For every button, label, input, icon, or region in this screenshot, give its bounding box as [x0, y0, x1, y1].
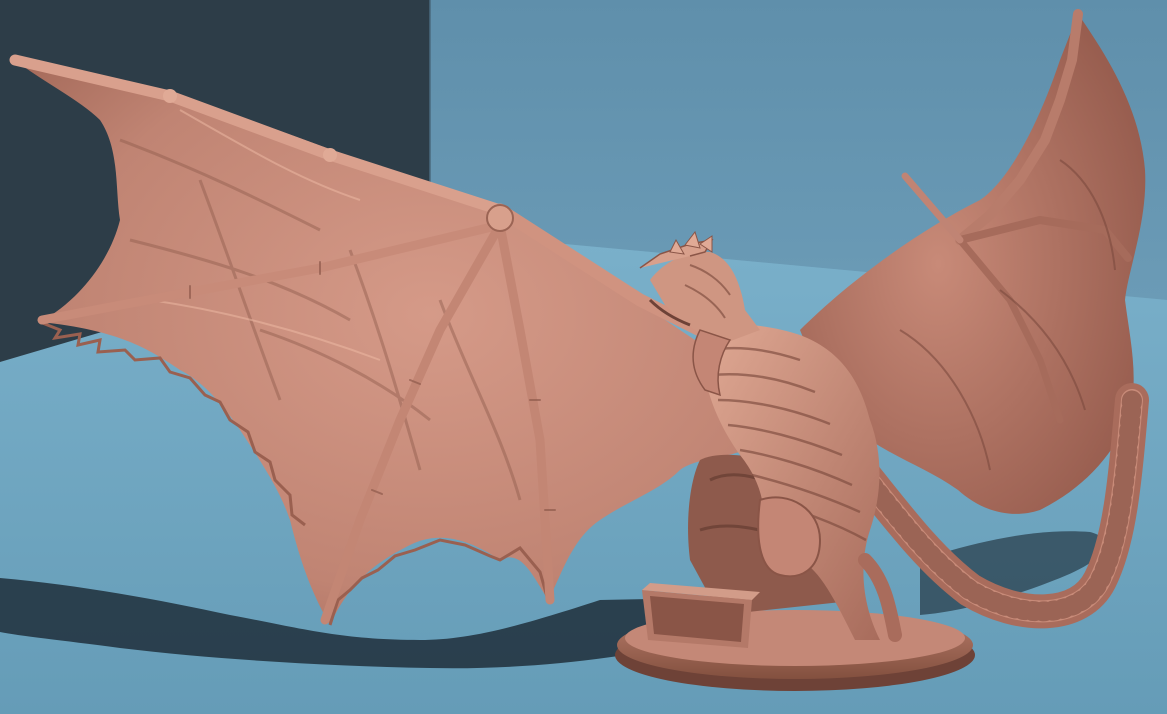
scene-canvas [0, 0, 1167, 714]
stone-tablet [642, 583, 760, 648]
wing-joint [486, 204, 514, 232]
viewport [0, 0, 1167, 714]
